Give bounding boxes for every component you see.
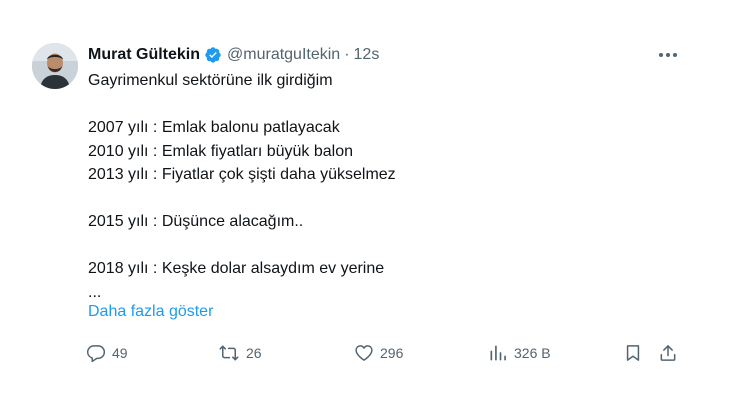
more-icon	[658, 45, 678, 63]
tweet-line: Gayrimenkul sektörüne ilk girdiğim	[88, 72, 333, 89]
more-options-button[interactable]	[655, 44, 681, 64]
tweet-line: ...	[88, 283, 102, 301]
bookmark-button[interactable]	[623, 341, 643, 365]
tweet-line: 2010 yılı : Emlak fiyatları büyük balon	[88, 142, 354, 160]
retweet-icon	[218, 343, 240, 363]
action-bar: 49 26 296 326 B	[86, 341, 686, 365]
tweet-header: Murat Gültekin @muratguItekin · 12s	[88, 44, 379, 66]
timestamp[interactable]: 12s	[354, 46, 380, 64]
like-icon	[354, 343, 374, 363]
show-more-link[interactable]: Daha fazla göster	[88, 303, 213, 321]
tweet-text: Gayrimenkul sektörüne ilk girdiğim 2007 …	[88, 69, 688, 304]
retweet-count: 26	[246, 345, 262, 361]
views-button[interactable]: 326 B	[488, 341, 551, 365]
tweet-line: 2015 yılı : Düşünce alacağım..	[88, 213, 304, 230]
author-name[interactable]: Murat Gültekin	[88, 46, 200, 64]
tweet-line: 2007 yılı : Emlak balonu patlayacak	[88, 119, 340, 136]
avatar[interactable]	[32, 43, 78, 89]
like-count: 296	[380, 345, 404, 361]
author-handle[interactable]: @muratguItekin	[227, 46, 340, 64]
share-button[interactable]	[658, 341, 678, 365]
views-icon	[488, 343, 508, 363]
separator-dot: ·	[344, 46, 350, 63]
reply-button[interactable]: 49	[86, 341, 128, 365]
views-count: 326 B	[514, 345, 551, 361]
verified-badge-icon	[204, 46, 222, 64]
share-icon	[658, 343, 678, 363]
retweet-button[interactable]: 26	[218, 341, 262, 365]
like-button[interactable]: 296	[354, 341, 403, 365]
tweet-line: 2018 yılı : Keşke dolar alsaydım ev yeri…	[88, 260, 385, 277]
bookmark-icon	[623, 343, 643, 363]
tweet-card[interactable]: Murat Gültekin @muratguItekin · 12s Gayr…	[0, 0, 730, 420]
tweet-line: 2013 yılı : Fiyatlar çok şişti daha yüks…	[88, 166, 396, 183]
reply-count: 49	[112, 345, 128, 361]
reply-icon	[86, 343, 106, 363]
